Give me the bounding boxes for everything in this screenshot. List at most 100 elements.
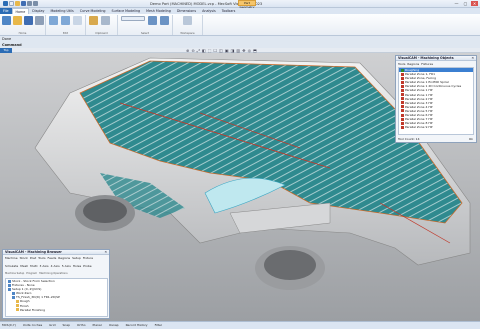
- status-item[interactable]: Osnap: [109, 322, 119, 329]
- minimize-button[interactable]: —: [453, 1, 460, 6]
- folder-icon: [8, 287, 11, 291]
- app-logo-icon[interactable]: [3, 1, 8, 6]
- operation-icon: [401, 113, 404, 117]
- status-item[interactable]: Record History: [126, 322, 148, 329]
- status-item[interactable]: Snap: [62, 322, 70, 329]
- operation-icon: [401, 105, 404, 109]
- browser-tool-button[interactable]: 4 Axis: [51, 264, 60, 270]
- close-icon[interactable]: ✕: [471, 56, 474, 61]
- machining-objects-tree[interactable]: Roughing Parallel Zone 1, FR1 Parallel Zon…: [398, 67, 474, 135]
- new-file-icon[interactable]: [9, 1, 14, 6]
- browser-tool-button[interactable]: Simulate: [5, 264, 18, 270]
- tools-tab[interactable]: Tools: [398, 62, 405, 66]
- close-button[interactable]: ✕: [471, 1, 478, 6]
- fixtures-tab[interactable]: Fixtures: [421, 62, 433, 66]
- open-icon[interactable]: [13, 16, 22, 25]
- ribbon-group-select: Select: [118, 15, 173, 35]
- save-icon[interactable]: [24, 16, 33, 25]
- done-text: Done: [2, 37, 12, 41]
- browser-tool-button[interactable]: Machine: [5, 256, 18, 262]
- folder-icon: [16, 308, 19, 312]
- open-file-icon[interactable]: [15, 1, 20, 6]
- quick-access-toolbar: [3, 1, 38, 6]
- status-item[interactable]: Units: Inches: [23, 322, 42, 329]
- operation-icon: [401, 117, 404, 121]
- ok-button[interactable]: Ok: [469, 137, 473, 141]
- undo-icon[interactable]: [27, 1, 32, 6]
- operation-icon: [401, 109, 404, 113]
- status-item[interactable]: Filter: [155, 322, 162, 329]
- browser-tool-button[interactable]: Tools: [38, 256, 45, 262]
- browser-tool-button[interactable]: Probe: [83, 264, 92, 270]
- machining-objects-title: VisualCAM - Machining Objects ✕: [396, 56, 476, 61]
- panel-title: VisualCAM - Machining Objects: [398, 56, 454, 60]
- ribbon-group-workspace: Workspace: [173, 15, 203, 35]
- title-bar: Demo Part (MACHINED) MODEL.vcp - MecSoft…: [0, 0, 480, 9]
- delete-icon[interactable]: [73, 16, 82, 25]
- status-item[interactable]: Planar: [93, 322, 102, 329]
- select-all-icon[interactable]: [148, 16, 157, 25]
- section-label: Machining Operations: [39, 272, 68, 275]
- tree-item[interactable]: Parallel Zone 9 HP: [399, 125, 473, 129]
- ribbon-group-edit: Edit: [46, 15, 86, 35]
- browser-tool-button[interactable]: Multi: [30, 264, 37, 270]
- context-tab[interactable]: Part Geometry: [238, 0, 256, 9]
- status-item[interactable]: Ortho: [77, 322, 86, 329]
- ribbon-group-home: Home: [0, 15, 46, 35]
- redo-icon[interactable]: [33, 1, 38, 6]
- status-item[interactable]: Grid: [49, 322, 55, 329]
- folder-icon: [12, 295, 15, 299]
- command-label: Command: [2, 43, 22, 47]
- browser-tool-button[interactable]: Post: [30, 256, 36, 262]
- browser-tree-item[interactable]: Parallel Finishing: [6, 308, 107, 312]
- browser-tool-button[interactable]: 3 Axis: [40, 264, 49, 270]
- deselect-icon[interactable]: [160, 16, 169, 25]
- machining-browser-toolbar: Machine Stock Post Tools Feeds Regions Setup Fi…: [3, 255, 109, 271]
- undo-icon[interactable]: [49, 16, 58, 25]
- print-icon[interactable]: [35, 16, 44, 25]
- browser-tool-button[interactable]: Setup: [72, 256, 81, 262]
- browser-tool-button[interactable]: Feeds: [48, 256, 57, 262]
- panel-title: VisualCAM - Machining Browser: [5, 250, 62, 254]
- regions-tab[interactable]: Regions: [407, 62, 419, 66]
- operation-icon: [401, 93, 404, 97]
- folder-icon: [16, 304, 19, 308]
- 3d-viewport[interactable]: VisualCAM - Machining Objects ✕ Tools Re…: [0, 53, 480, 321]
- bore-feature: [83, 199, 127, 223]
- paste-icon[interactable]: [89, 16, 98, 25]
- maximize-button[interactable]: ▢: [462, 1, 469, 6]
- machining-browser-title: VisualCAM - Machining Browser ✕: [3, 250, 109, 255]
- ribbon-group-label: Select: [140, 32, 149, 35]
- close-icon[interactable]: ✕: [104, 250, 107, 255]
- section-label: Machine Setup: [5, 272, 25, 275]
- folder-icon: [12, 291, 15, 295]
- ribbon-group-clipboard: Clipboard: [86, 15, 118, 35]
- bore-feature-right: [264, 250, 316, 280]
- operation-icon: [401, 68, 404, 72]
- operation-icon: [401, 80, 404, 84]
- operation-icon: [401, 76, 404, 80]
- copy-icon[interactable]: [101, 16, 110, 25]
- operation-icon: [401, 72, 404, 76]
- new-icon[interactable]: [2, 16, 11, 25]
- ribbon: Home Edit Clipboard Select Workspace: [0, 14, 480, 36]
- ribbon-group-label: Workspace: [180, 32, 195, 35]
- machining-browser-tree[interactable]: Stock - Stock From Selection Fixtures - N…: [5, 278, 108, 317]
- workspace-icon[interactable]: [183, 16, 192, 25]
- operation-icon: [401, 121, 404, 125]
- browser-tool-button[interactable]: 5 Axis: [62, 264, 71, 270]
- browser-tool-button[interactable]: Holes: [73, 264, 81, 270]
- browser-sections: Machine Setup Program Machining Operatio…: [3, 271, 109, 276]
- status-item[interactable]: MCS(X,Y): [2, 322, 16, 329]
- browser-tool-button[interactable]: Stock: [20, 256, 28, 262]
- operation-icon: [401, 84, 404, 88]
- tree-item-label: Parallel Zone 9 HP: [405, 125, 433, 130]
- status-bar: MCS(X,Y) Units: Inches Grid Snap Ortho Planar…: [0, 321, 480, 329]
- browser-tool-button[interactable]: Regions: [58, 256, 70, 262]
- machining-browser-panel: VisualCAM - Machining Browser ✕ Machine S…: [2, 249, 110, 319]
- browser-tool-button[interactable]: Fixture: [83, 256, 93, 262]
- save-icon[interactable]: [21, 1, 26, 6]
- redo-icon[interactable]: [61, 16, 70, 25]
- browser-tool-button[interactable]: Mesh: [20, 264, 28, 270]
- select-dropdown[interactable]: [121, 16, 145, 21]
